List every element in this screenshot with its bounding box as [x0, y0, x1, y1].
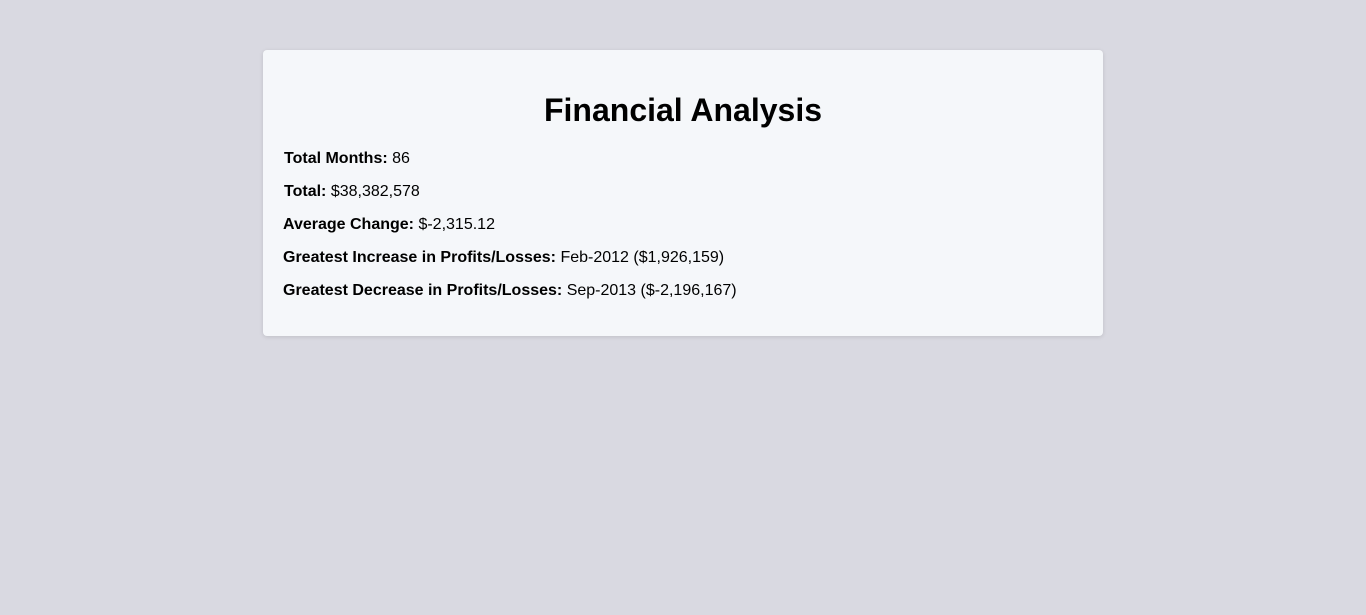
total-months-row: Total Months: 86	[284, 149, 410, 169]
greatest-decrease-label: Greatest Decrease in Profits/Losses:	[283, 282, 567, 299]
average-change-row: Average Change: $-2,315.12	[283, 215, 495, 235]
greatest-increase-row: Greatest Increase in Profits/Losses: Feb…	[283, 248, 724, 268]
total-months-value: 86	[392, 150, 410, 167]
financial-analysis-card: Financial Analysis Total Months: 86 Tota…	[263, 50, 1103, 336]
greatest-decrease-value: Sep-2013 ($-2,196,167)	[566, 282, 737, 299]
greatest-decrease-row: Greatest Decrease in Profits/Losses: Sep…	[283, 281, 737, 301]
greatest-increase-label: Greatest Increase in Profits/Losses:	[283, 249, 561, 266]
total-value: $38,382,578	[330, 183, 420, 200]
average-change-value: $-2,315.12	[418, 216, 495, 233]
greatest-increase-value: Feb-2012 ($1,926,159)	[560, 249, 725, 266]
page-title: Financial Analysis	[543, 92, 823, 128]
total-label: Total:	[284, 183, 331, 200]
total-months-label: Total Months:	[284, 150, 393, 167]
average-change-label: Average Change:	[283, 216, 419, 233]
total-row: Total: $38,382,578	[284, 182, 420, 202]
